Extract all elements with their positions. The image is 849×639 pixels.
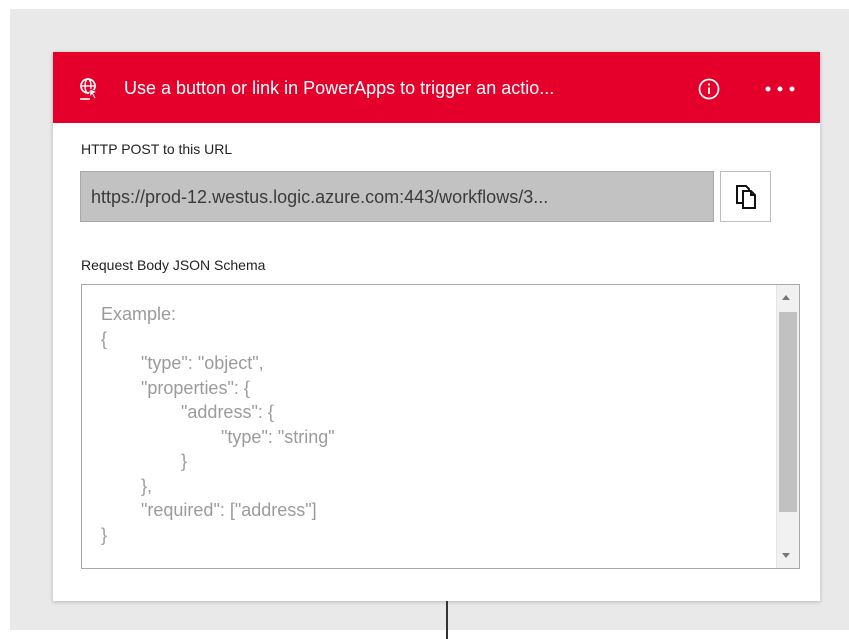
designer-canvas: Use a button or link in PowerApps to tri…	[10, 9, 849, 639]
info-icon[interactable]	[698, 78, 720, 100]
scroll-down-arrow-icon[interactable]	[782, 553, 790, 558]
copy-url-button[interactable]	[720, 171, 771, 222]
http-post-url-value: https://prod-12.westus.logic.azure.com:4…	[91, 187, 549, 207]
request-body-schema-input[interactable]: Example: { "type": "object", "properties…	[81, 284, 800, 569]
flow-connector-line	[446, 601, 448, 639]
globe-pointer-icon	[80, 78, 99, 100]
schema-placeholder-text: Example: { "type": "object", "properties…	[101, 304, 335, 545]
http-post-url-label: HTTP POST to this URL	[81, 141, 233, 157]
card-header[interactable]: Use a button or link in PowerApps to tri…	[53, 52, 820, 123]
powerapps-trigger-card: Use a button or link in PowerApps to tri…	[53, 52, 820, 601]
schema-scrollbar[interactable]	[776, 285, 799, 568]
scroll-thumb[interactable]	[779, 312, 797, 512]
more-icon[interactable]	[763, 84, 797, 94]
copy-icon	[736, 185, 756, 209]
request-body-schema-label: Request Body JSON Schema	[81, 257, 266, 273]
scroll-up-arrow-icon[interactable]	[782, 295, 790, 300]
card-title[interactable]: Use a button or link in PowerApps to tri…	[124, 77, 554, 99]
http-post-url-field[interactable]: https://prod-12.westus.logic.azure.com:4…	[80, 171, 714, 222]
